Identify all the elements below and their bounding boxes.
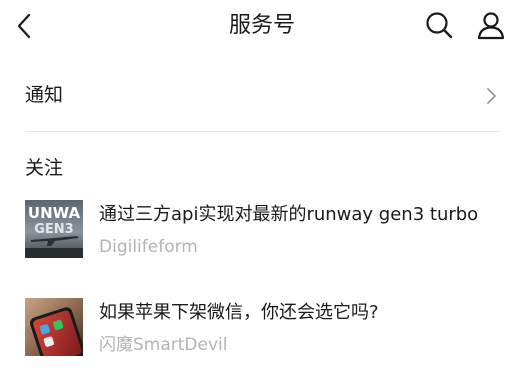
- article-source: Digilifeform: [99, 237, 198, 257]
- back-chevron-icon: [17, 13, 31, 39]
- runway-thumbnail-image: UNWA GEN3: [25, 200, 83, 258]
- article-item[interactable]: 如果苹果下架微信，你还会选它吗? 闪魔SmartDevil: [0, 288, 524, 368]
- article-title: 通过三方api实现对最新的runway gen3 turbo: [99, 204, 479, 225]
- notifications-row[interactable]: 通知: [0, 66, 524, 124]
- profile-button[interactable]: [476, 10, 506, 40]
- chevron-right-icon: [487, 88, 496, 104]
- article-thumbnail: UNWA GEN3: [25, 200, 83, 258]
- divider: [25, 131, 500, 132]
- svg-text:GEN3: GEN3: [34, 222, 73, 237]
- article-item[interactable]: UNWA GEN3 通过三方api实现对最新的runway gen3 turbo…: [0, 190, 524, 270]
- search-icon: [426, 12, 453, 39]
- search-button[interactable]: [424, 10, 454, 40]
- article-title: 如果苹果下架微信，你还会选它吗?: [99, 302, 379, 323]
- following-section-title: 关注: [25, 157, 64, 179]
- article-source: 闪魔SmartDevil: [99, 335, 228, 355]
- notifications-label: 通知: [25, 84, 64, 106]
- top-navigation-bar: 服务号: [0, 0, 524, 52]
- phone-thumbnail-image: [25, 298, 83, 356]
- user-icon: [477, 12, 505, 40]
- svg-text:UNWA: UNWA: [28, 204, 81, 222]
- back-button[interactable]: [14, 12, 38, 40]
- article-thumbnail: [25, 298, 83, 356]
